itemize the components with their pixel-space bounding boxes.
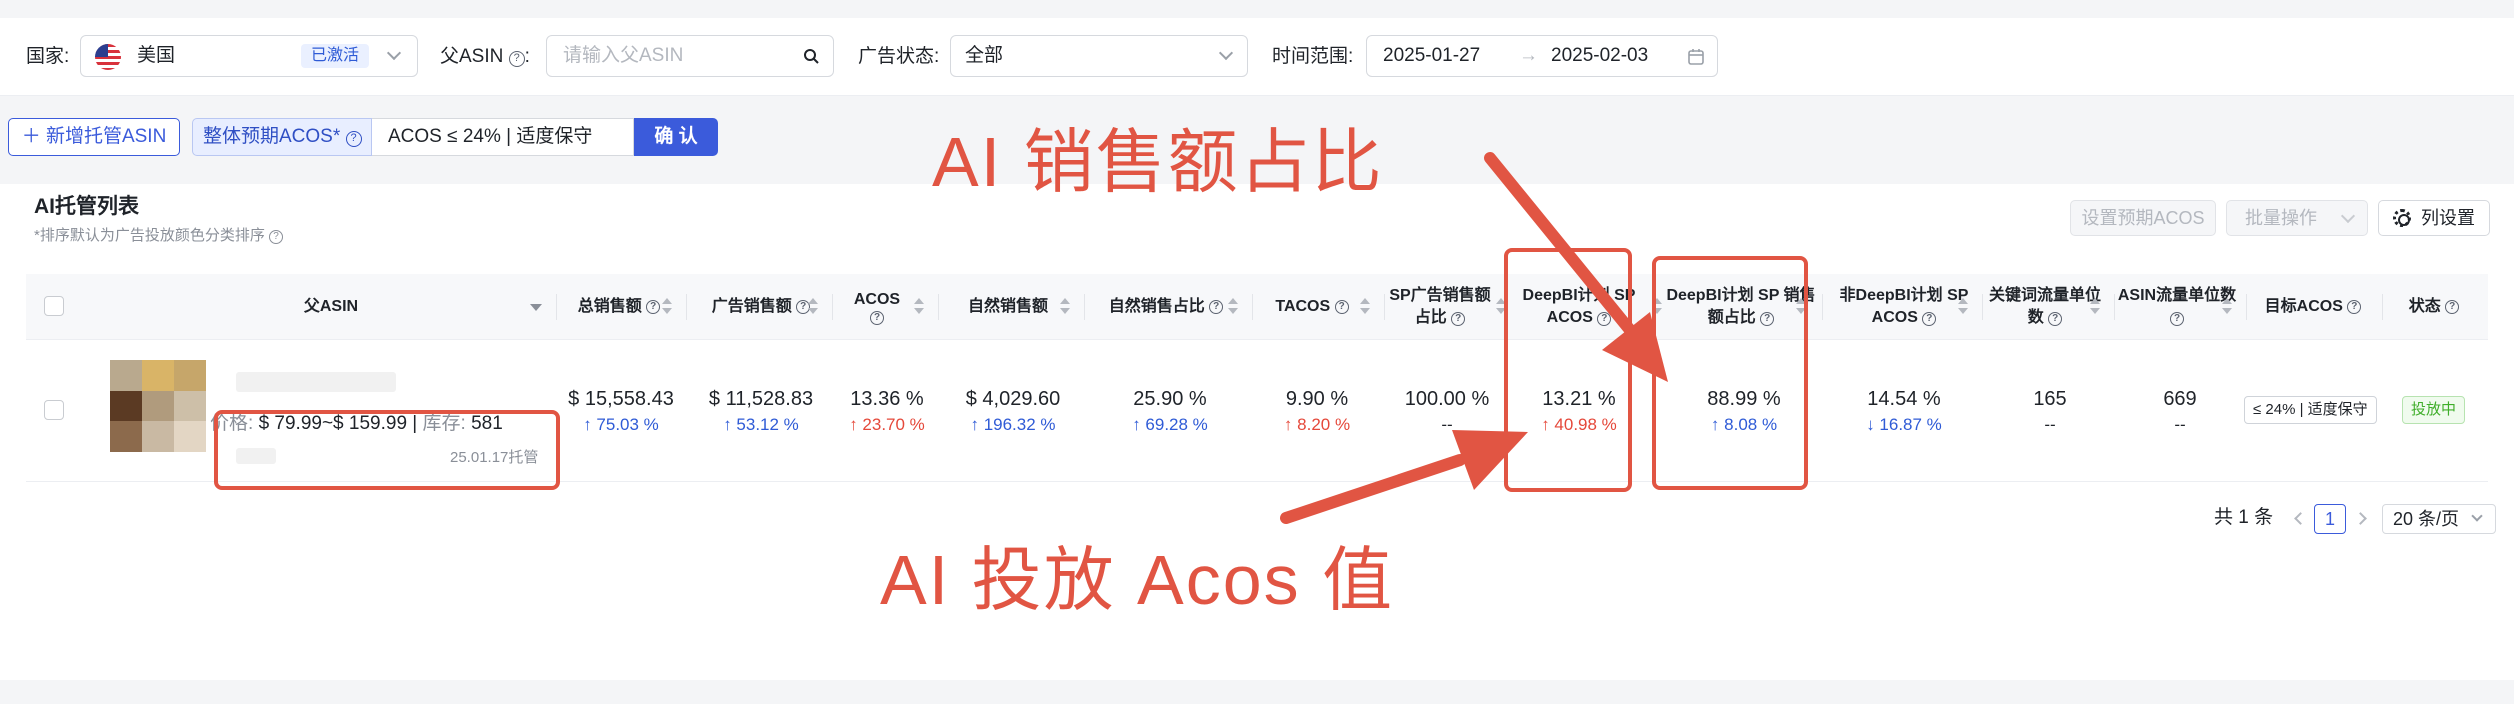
calendar-icon	[1688, 49, 1704, 65]
cell-acos: 13.36 % ↑ 23.70 %	[849, 388, 925, 434]
cell-asin-units: 669 --	[2163, 388, 2197, 434]
prev-page-icon[interactable]	[2294, 512, 2307, 525]
sort-icon[interactable]	[1228, 298, 1238, 316]
col-keyword-units[interactable]: 关键词流量单位数 ?	[1986, 274, 2104, 340]
help-icon[interactable]: ?	[508, 51, 525, 67]
country-value: 美国	[137, 45, 176, 66]
help-icon[interactable]: ?	[1209, 300, 1224, 314]
product-thumbnail[interactable]	[110, 360, 206, 452]
help-icon[interactable]: ?	[269, 230, 284, 244]
country-status-badge: 已激活	[301, 44, 370, 68]
time-range-label: 时间范围:	[1272, 46, 1354, 67]
sort-icon[interactable]	[2090, 298, 2100, 316]
status-badge[interactable]: 投放中	[2402, 396, 2466, 424]
sort-icon[interactable]	[1360, 298, 1370, 316]
cell-tacos: 9.90 % ↑ 8.20 %	[1283, 388, 1351, 434]
col-parent-asin[interactable]: 父ASIN	[86, 274, 576, 340]
col-status: 状态 ?	[2396, 274, 2472, 340]
highlight-deepbi-acos-box	[1504, 248, 1632, 492]
select-all-checkbox[interactable]	[44, 296, 64, 316]
target-acos-select[interactable]: ≤ 24% | 适度保守	[2244, 396, 2377, 424]
chevron-down-icon	[386, 45, 402, 61]
parent-asin-input[interactable]: 请输入父ASIN	[546, 35, 834, 77]
annotation-ai-sales-ratio: AI 销售额占比	[932, 123, 1384, 201]
col-acos[interactable]: ACOS?	[832, 274, 922, 340]
sort-icon[interactable]	[808, 298, 818, 316]
caret-down-icon[interactable]	[530, 304, 542, 311]
filter-bar: 国家: 美国 已激活 父ASIN ?: 请输入父ASIN 广告状态: 全部 时间…	[0, 18, 2514, 96]
date-arrow-icon: →	[1519, 45, 1538, 66]
chevron-down-icon	[1218, 45, 1234, 61]
col-tacos[interactable]: TACOS ?	[1252, 274, 1372, 340]
page-size-select[interactable]: 20 条/页	[2382, 504, 2496, 534]
chevron-down-icon	[2471, 510, 2483, 522]
column-settings-button[interactable]: 列设置	[2378, 200, 2490, 236]
parent-asin-placeholder: 请输入父ASIN	[563, 45, 684, 66]
add-managed-asin-button[interactable]: ＋ 新增托管ASIN	[8, 118, 180, 156]
col-sp-ad-ratio[interactable]: SP广告销售额占比 ?	[1388, 274, 1492, 340]
annotation-ai-acos: AI 投放 Acos 值	[880, 541, 1395, 619]
help-icon[interactable]: ?	[1451, 312, 1466, 326]
next-page-icon[interactable]	[2354, 512, 2367, 525]
help-icon[interactable]: ?	[646, 300, 661, 314]
help-icon[interactable]: ?	[1922, 312, 1937, 326]
highlight-price-stock-box	[214, 410, 560, 490]
help-icon[interactable]: ?	[870, 311, 884, 325]
col-organic-sales[interactable]: 自然销售额	[938, 274, 1078, 340]
date-range-picker[interactable]: 2025-01-27 → 2025-02-03	[1366, 35, 1718, 77]
sort-icon[interactable]	[1958, 298, 1968, 316]
country-label: 国家:	[26, 46, 70, 67]
cell-organic-sales: $ 4,029.60 ↑ 196.32 %	[965, 388, 1061, 434]
gear-icon	[2393, 209, 2411, 227]
help-icon[interactable]: ?	[345, 131, 362, 147]
overall-acos-label: 整体预期ACOS* ?	[192, 118, 372, 156]
sort-icon[interactable]	[662, 298, 672, 316]
date-end[interactable]: 2025-02-03	[1551, 36, 1648, 76]
set-acos-button[interactable]: 设置预期ACOS	[2070, 200, 2216, 236]
row-checkbox[interactable]	[44, 400, 64, 420]
blurred-asin-text	[236, 372, 396, 392]
page-1-button[interactable]: 1	[2314, 504, 2346, 534]
cell-ad-sales: $ 11,528.83 ↑ 53.12 %	[708, 388, 814, 434]
date-start[interactable]: 2025-01-27	[1383, 36, 1480, 76]
ad-status-value: 全部	[965, 45, 1004, 66]
overall-acos-select[interactable]: ACOS ≤ 24% | 适度保守	[372, 118, 634, 156]
cell-sp-ad-ratio: 100.00 % --	[1404, 388, 1490, 434]
batch-ops-button[interactable]: 批量操作	[2226, 200, 2368, 236]
sort-icon[interactable]	[914, 298, 924, 316]
sort-icon[interactable]	[2222, 298, 2232, 316]
col-asin-units[interactable]: ASIN流量单位数 ?	[2116, 274, 2238, 340]
us-flag-icon	[95, 44, 121, 70]
help-icon[interactable]: ?	[2170, 312, 2184, 326]
help-icon[interactable]: ?	[1334, 300, 1349, 314]
cell-non-deepbi-sp-acos: 14.54 % ↓ 16.87 %	[1866, 388, 1942, 434]
cell-organic-ratio: 25.90 % ↑ 69.28 %	[1132, 388, 1208, 434]
highlight-deepbi-sales-box	[1652, 256, 1808, 490]
col-non-deepbi-sp-acos[interactable]: 非DeepBI计划 SP ACOS ?	[1834, 274, 1974, 340]
ad-status-label: 广告状态:	[858, 46, 940, 67]
col-target-acos: 目标ACOS ?	[2246, 274, 2380, 340]
help-icon[interactable]: ?	[2347, 300, 2362, 314]
cell-total-sales: $ 15,558.43 ↑ 75.03 %	[568, 388, 674, 434]
cell-keyword-units: 165 --	[2033, 388, 2067, 434]
chevron-down-icon	[2340, 208, 2356, 224]
ad-status-select[interactable]: 全部	[950, 35, 1248, 77]
sort-icon[interactable]	[1060, 298, 1070, 316]
list-title: AI托管列表	[34, 195, 139, 218]
pagination-total: 共 1 条	[2214, 507, 2274, 528]
parent-asin-label: 父ASIN ?:	[440, 46, 530, 67]
table-header: 父ASIN 总销售额 ? 广告销售额 ? ACOS? 自然销售额 自然销售占比 …	[26, 274, 2488, 340]
confirm-button[interactable]: 确 认	[634, 118, 718, 156]
list-subtitle: *排序默认为广告投放颜色分类排序 ?	[34, 224, 284, 245]
country-select[interactable]: 美国 已激活	[80, 35, 418, 77]
help-icon[interactable]: ?	[2445, 300, 2460, 314]
search-icon[interactable]	[803, 48, 819, 64]
help-icon[interactable]: ?	[2048, 312, 2063, 326]
col-organic-ratio[interactable]: 自然销售占比 ?	[1084, 274, 1248, 340]
